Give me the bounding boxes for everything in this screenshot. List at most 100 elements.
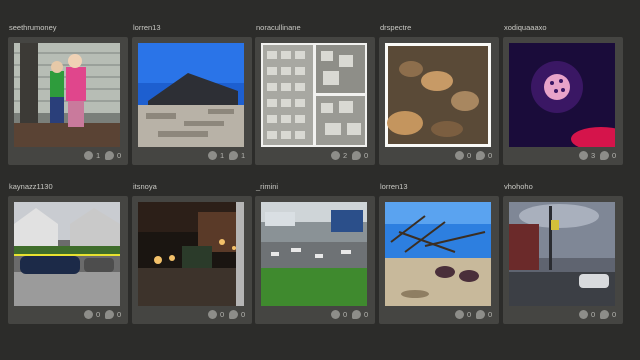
like-count: 3 xyxy=(591,150,596,160)
photo-damaged-house xyxy=(138,43,244,147)
photo-stats: 0 0 xyxy=(208,307,246,321)
comment-button[interactable]: 0 xyxy=(352,150,369,160)
photo-stats: 0 0 xyxy=(455,307,493,321)
comment-count: 0 xyxy=(612,150,617,160)
comment-bubble-icon xyxy=(105,309,114,319)
photo-image[interactable] xyxy=(261,43,367,147)
comment-count: 0 xyxy=(612,309,617,319)
like-button[interactable]: 1 xyxy=(208,150,225,160)
like-count: 1 xyxy=(220,150,225,160)
comment-count: 0 xyxy=(364,309,369,319)
photo-image[interactable] xyxy=(14,43,120,147)
username-link[interactable]: lorren13 xyxy=(380,181,408,193)
photo-image[interactable] xyxy=(509,202,615,306)
username-link[interactable]: vhohoho xyxy=(504,181,533,193)
username-link[interactable]: kaynazz1130 xyxy=(9,181,53,193)
comment-button[interactable]: 1 xyxy=(229,150,246,160)
photo-image[interactable] xyxy=(138,202,244,306)
like-button[interactable]: 0 xyxy=(579,309,596,319)
comment-count: 0 xyxy=(364,150,369,160)
username-link[interactable]: drspectre xyxy=(380,22,411,34)
comment-button[interactable]: 0 xyxy=(476,150,493,160)
photo-cut-logs xyxy=(385,43,491,147)
username-link[interactable]: _rimini xyxy=(256,181,278,193)
comment-count: 0 xyxy=(241,309,246,319)
comment-bubble-icon xyxy=(105,150,114,160)
photo-panel: 1 1 xyxy=(132,37,252,165)
comment-button[interactable]: 0 xyxy=(229,309,246,319)
photo-driftwood-beach xyxy=(385,202,491,306)
comment-button[interactable]: 0 xyxy=(600,309,617,319)
comment-bubble-icon xyxy=(476,309,485,319)
username-link[interactable]: seethrumoney xyxy=(9,22,57,34)
heart-icon xyxy=(579,150,588,160)
photo-stats: 0 0 xyxy=(455,148,493,162)
like-button[interactable]: 0 xyxy=(455,150,472,160)
photo-street-with-car xyxy=(14,202,120,306)
like-button[interactable]: 0 xyxy=(331,309,348,319)
comment-button[interactable]: 0 xyxy=(105,150,122,160)
comment-button[interactable]: 0 xyxy=(352,309,369,319)
photo-stacked-blocks-collage xyxy=(261,43,367,147)
comment-bubble-icon xyxy=(600,150,609,160)
like-button[interactable]: 0 xyxy=(84,309,101,319)
photo-image[interactable] xyxy=(385,43,491,147)
comment-bubble-icon xyxy=(600,309,609,319)
photo-grid: seethrumoney 1 0 lorren13 1 1 noracullin… xyxy=(0,0,640,360)
heart-icon xyxy=(579,309,588,319)
username-link[interactable]: noracullinane xyxy=(256,22,301,34)
like-count: 0 xyxy=(467,309,472,319)
like-count: 0 xyxy=(220,309,225,319)
like-button[interactable]: 0 xyxy=(455,309,472,319)
like-count: 2 xyxy=(343,150,348,160)
heart-icon xyxy=(331,309,340,319)
photo-city-highway xyxy=(261,202,367,306)
photo-image[interactable] xyxy=(385,202,491,306)
like-button[interactable]: 3 xyxy=(579,150,596,160)
heart-icon xyxy=(208,309,217,319)
photo-panel: 0 0 xyxy=(503,196,623,324)
like-count: 1 xyxy=(96,150,101,160)
photo-stats: 0 0 xyxy=(84,307,122,321)
heart-icon xyxy=(84,150,93,160)
like-button[interactable]: 1 xyxy=(84,150,101,160)
comment-button[interactable]: 0 xyxy=(476,309,493,319)
comment-count: 0 xyxy=(488,150,493,160)
like-button[interactable]: 2 xyxy=(331,150,348,160)
photo-stats: 0 0 xyxy=(331,307,369,321)
comment-bubble-icon xyxy=(229,150,238,160)
comment-bubble-icon xyxy=(229,309,238,319)
photo-panel: 0 0 xyxy=(379,37,499,165)
comment-button[interactable]: 0 xyxy=(105,309,122,319)
photo-stats: 3 0 xyxy=(579,148,617,162)
like-count: 0 xyxy=(343,309,348,319)
photo-panel: 0 0 xyxy=(8,196,128,324)
like-count: 0 xyxy=(96,309,101,319)
photo-kids-by-wall xyxy=(14,43,120,147)
photo-panel: 3 0 xyxy=(503,37,623,165)
comment-bubble-icon xyxy=(476,150,485,160)
like-count: 0 xyxy=(591,309,596,319)
heart-icon xyxy=(84,309,93,319)
username-link[interactable]: lorren13 xyxy=(133,22,161,34)
like-button[interactable]: 0 xyxy=(208,309,225,319)
photo-glowing-lamp xyxy=(509,43,615,147)
photo-image[interactable] xyxy=(261,202,367,306)
photo-panel: 2 0 xyxy=(255,37,375,165)
like-count: 0 xyxy=(467,150,472,160)
comment-button[interactable]: 0 xyxy=(600,150,617,160)
photo-panel: 0 0 xyxy=(132,196,252,324)
photo-image[interactable] xyxy=(509,43,615,147)
photo-stats: 2 0 xyxy=(331,148,369,162)
photo-panel: 1 0 xyxy=(8,37,128,165)
photo-panel: 0 0 xyxy=(379,196,499,324)
photo-image[interactable] xyxy=(14,202,120,306)
photo-image[interactable] xyxy=(138,43,244,147)
comment-count: 0 xyxy=(488,309,493,319)
username-link[interactable]: itsnoya xyxy=(133,181,157,193)
comment-count: 1 xyxy=(241,150,246,160)
username-link[interactable]: xodiquaaaxo xyxy=(504,22,547,34)
comment-bubble-icon xyxy=(352,150,361,160)
heart-icon xyxy=(455,150,464,160)
heart-icon xyxy=(455,309,464,319)
